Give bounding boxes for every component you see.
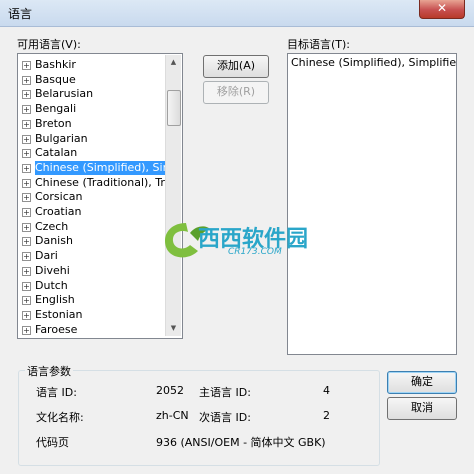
expand-icon[interactable]: + (22, 281, 31, 291)
expand-icon[interactable]: + (22, 193, 31, 203)
expand-icon[interactable]: + (22, 178, 31, 188)
tree-item[interactable]: + Catalan (19, 146, 165, 160)
expand-icon[interactable]: + (22, 266, 31, 276)
cancel-button[interactable]: 取消 (387, 397, 457, 420)
tree-item[interactable]: + Bulgarian (19, 132, 165, 146)
remove-button[interactable]: 移除(R) (203, 81, 269, 104)
scroll-up-icon[interactable]: ▲ (166, 55, 181, 70)
tree-item[interactable]: + Belarusian (19, 87, 165, 101)
tree-item-label: Bashkir (35, 58, 76, 71)
tree-item-label: Chinese (Traditional), Traditional (35, 175, 165, 189)
tree-item[interactable]: + Dutch (19, 279, 165, 293)
tree-item-label: Divehi (35, 263, 70, 277)
expand-icon[interactable]: + (22, 119, 31, 129)
expand-icon[interactable]: + (22, 75, 31, 85)
target-languages-label: 目标语言(T): (287, 38, 351, 51)
expand-icon[interactable]: + (22, 163, 31, 173)
tree-item[interactable]: + Chinese (Simplified), Simplified (19, 160, 165, 175)
tree-item-label: English (35, 293, 75, 307)
expand-icon[interactable]: + (22, 105, 31, 115)
expand-icon[interactable]: + (22, 90, 31, 100)
scroll-thumb[interactable] (167, 90, 181, 126)
tree-item-label: Croatian (35, 205, 82, 218)
available-languages-tree[interactable]: + Bashkir + Basque + Belarusian + Bengali + Breto… (17, 53, 183, 339)
tree-item[interactable]: + Chinese (Traditional), Traditional (19, 176, 165, 190)
tree-item-label: Bulgarian (35, 131, 88, 145)
codepage-value: 936 (ANSI/OEM - 简体中文 GBK) (156, 436, 326, 449)
tree-item-label: Dari (35, 249, 58, 263)
expand-icon[interactable]: + (22, 325, 31, 335)
group-title: 语言参数 (25, 363, 73, 379)
sub-id-label: 次语言 ID: (199, 411, 251, 424)
tree-item[interactable]: + Basque (19, 73, 165, 87)
tree-item[interactable]: + Breton (19, 117, 165, 131)
tree-item[interactable]: + Dari (19, 249, 165, 263)
tree-viewport: + Bashkir + Basque + Belarusian + Bengali + Breto… (19, 55, 165, 336)
tree-item[interactable]: + Bashkir (19, 58, 165, 72)
tree-item-label: Corsican (35, 190, 83, 204)
tree-item[interactable]: + Czech (19, 220, 165, 234)
lang-id-label: 语言 ID: (36, 386, 77, 399)
tree-item[interactable]: + Danish (19, 234, 165, 248)
tree-item-label: Dutch (35, 278, 68, 292)
ok-button[interactable]: 确定 (387, 371, 457, 394)
expand-icon[interactable]: + (22, 134, 31, 144)
tree-item-label: Danish (35, 234, 73, 248)
close-button[interactable]: ✕ (419, 0, 465, 19)
primary-id-label: 主语言 ID: (199, 386, 251, 399)
title-bar: 语言 ✕ (0, 0, 474, 27)
tree-item[interactable]: + Faroese (19, 323, 165, 336)
tree-item-label: Bengali (35, 102, 77, 116)
tree-item-label: Faroese (35, 322, 78, 336)
available-languages-label: 可用语言(V): (17, 38, 81, 51)
expand-icon[interactable]: + (22, 237, 31, 247)
expand-icon[interactable]: + (22, 296, 31, 306)
window-title: 语言 (8, 7, 33, 21)
tree-item[interactable]: + Bengali (19, 102, 165, 116)
target-languages-list[interactable]: Chinese (Simplified), Simplified - Peopl… (287, 53, 457, 355)
watermark-subtext: CR173.COM (228, 247, 282, 257)
expand-icon[interactable]: + (22, 149, 31, 159)
tree-item[interactable]: + Croatian (19, 205, 165, 219)
expand-icon[interactable]: + (22, 208, 31, 217)
culture-label: 文化名称: (36, 411, 84, 424)
expand-icon[interactable]: + (22, 252, 31, 262)
expand-icon[interactable]: + (22, 222, 31, 232)
tree-item-label: Catalan (35, 146, 78, 160)
tree-item-label: Czech (35, 219, 69, 233)
close-icon: ✕ (436, 1, 448, 15)
language-params-group: 语言参数 语言 ID: 2052 主语言 ID: 4 文化名称: zh-CN 次… (18, 363, 380, 466)
tree-item-label: Breton (35, 116, 72, 130)
vertical-scrollbar[interactable]: ▲ ▼ (165, 55, 181, 336)
target-language-item[interactable]: Chinese (Simplified), Simplified - Peopl… (291, 56, 456, 69)
tree-item-label: Basque (35, 72, 76, 86)
scroll-down-icon[interactable]: ▼ (166, 321, 181, 336)
lang-id-value: 2052 (156, 384, 184, 397)
expand-icon[interactable]: + (22, 310, 31, 320)
tree-item[interactable]: + Estonian (19, 308, 165, 322)
tree-item-label: Estonian (35, 307, 83, 321)
tree-item-label: Belarusian (35, 87, 94, 101)
expand-icon[interactable]: + (22, 61, 31, 70)
add-button[interactable]: 添加(A) (203, 55, 269, 78)
tree-item-label: Chinese (Simplified), Simplified (35, 160, 165, 175)
tree-item[interactable]: + Corsican (19, 190, 165, 204)
sub-id-value: 2 (323, 409, 330, 422)
tree-item[interactable]: + Divehi (19, 264, 165, 278)
culture-value: zh-CN (156, 409, 189, 422)
codepage-label: 代码页 (36, 436, 69, 449)
watermark: 西西软件园 CR173.COM (160, 215, 340, 268)
tree-item[interactable]: + English (19, 293, 165, 307)
primary-id-value: 4 (323, 384, 330, 397)
